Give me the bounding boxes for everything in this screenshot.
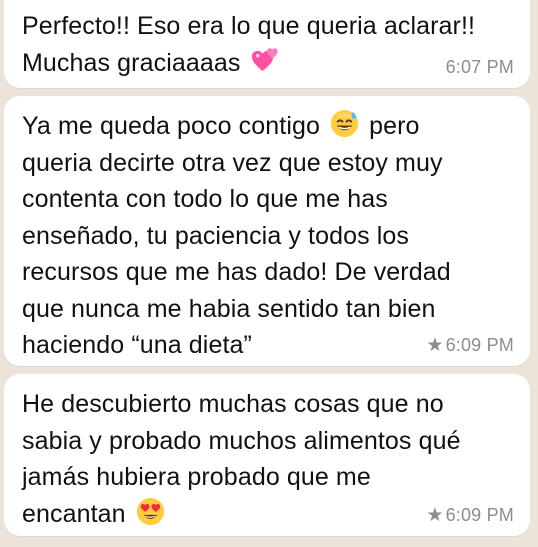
message-line: Muchas graciaaaas [22, 48, 248, 77]
message-body: He descubierto muchas cosas que no sabia… [22, 390, 461, 528]
message-text: Perfecto!! Eso era lo que queria aclarar… [22, 8, 514, 81]
two-hearts-emoji [250, 45, 281, 76]
chat-pane: Perfecto!! Eso era lo que queria aclarar… [0, 0, 538, 547]
sweat-smile-emoji [329, 108, 360, 139]
star-icon: ★ [426, 334, 444, 356]
heart-eyes-emoji [135, 496, 166, 527]
star-icon: ★ [426, 504, 444, 526]
message-body: queria decirte otra vez que estoy muy co… [22, 148, 451, 360]
message-time: 6:09 PM [445, 335, 514, 355]
message-meta: ★ 6:09 PM [426, 505, 514, 526]
message-bubble[interactable]: He descubierto muchas cosas que no sabia… [4, 374, 530, 536]
message-bubble[interactable]: Perfecto!! Eso era lo que queria aclarar… [4, 0, 530, 88]
message-time: 6:09 PM [445, 505, 514, 525]
message-line: Perfecto!! Eso era lo que queria aclarar… [22, 12, 476, 40]
message-line: pero [362, 112, 420, 140]
message-text: Ya me queda poco contigo pero queria dec… [22, 108, 514, 364]
message-meta: ★ 6:09 PM [426, 335, 514, 356]
message-line: Ya me queda poco contigo [22, 112, 328, 140]
message-meta: 6:07 PM [446, 57, 514, 78]
message-time: 6:07 PM [445, 57, 514, 77]
message-bubble[interactable]: Ya me queda poco contigo pero queria dec… [4, 96, 530, 366]
